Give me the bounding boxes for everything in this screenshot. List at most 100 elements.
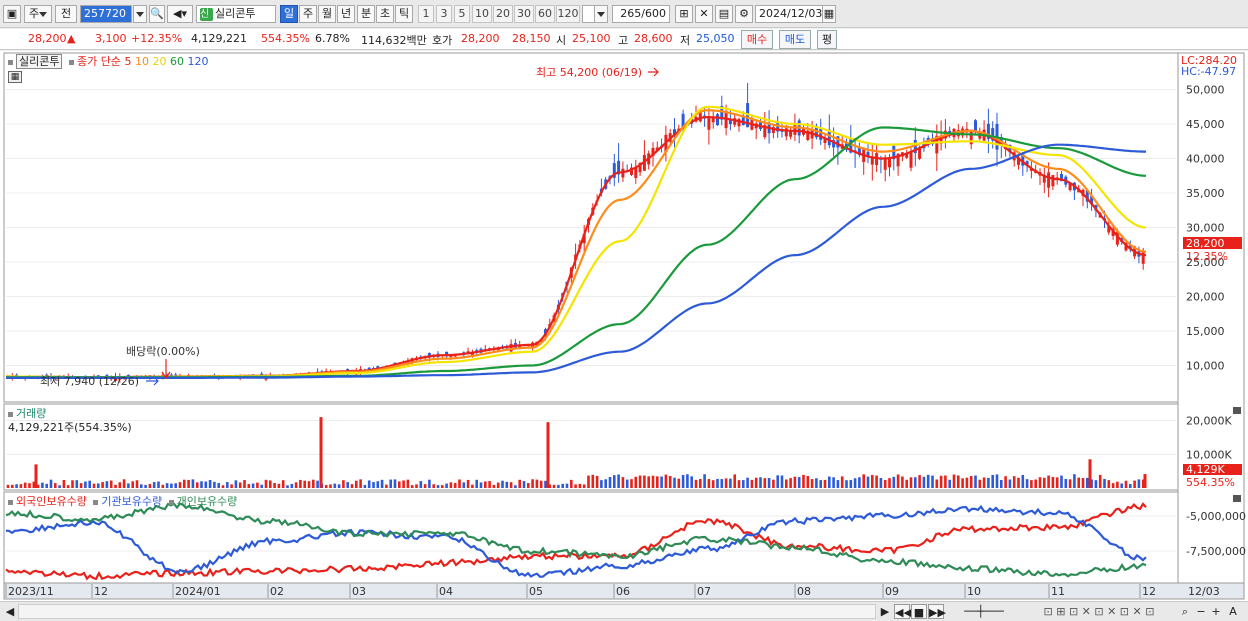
interval-20[interactable]: 20 (493, 5, 513, 23)
tab-second[interactable]: 초 (376, 5, 394, 23)
prev-button[interactable]: 전 (55, 5, 77, 23)
chart-settings-icon[interactable]: ▣ (3, 5, 21, 23)
price-legend-name[interactable]: 실리콘투 (16, 54, 63, 69)
ma-legend-label[interactable]: 종가 단순 (77, 55, 121, 68)
stock-name-field[interactable]: 신 실리콘투 (196, 5, 276, 23)
volume-bar (733, 474, 736, 488)
volume-bar (41, 482, 44, 488)
ma20-legend[interactable]: 20 (152, 55, 166, 68)
fast-forward-icon[interactable]: ▶▶ (928, 604, 946, 619)
volume-bar (140, 484, 143, 488)
volume-bar (195, 482, 199, 488)
scroll-left-icon[interactable]: ◀ (4, 604, 16, 619)
volume-bar (161, 484, 165, 488)
volume-bar (828, 476, 831, 488)
count-input[interactable]: 265/600 (612, 5, 670, 23)
volume-bar (264, 479, 268, 488)
speaker-icon[interactable]: ◀▾ (167, 5, 193, 23)
zoom-in-icon[interactable]: + (1210, 604, 1222, 619)
interval-3-label: 3 (440, 7, 448, 20)
tab-second-label: 초 (379, 7, 391, 20)
volume-bar (170, 483, 173, 488)
scroll-right-icon[interactable]: ▶ (879, 604, 891, 619)
volume-bar (789, 478, 792, 488)
interval-3[interactable]: 3 (436, 5, 452, 23)
drawing-tools-icon[interactable]: ⊡ ⊞ ⊡ ✕ ⊡ ✕ ⊡ ✕ ⊡ (1024, 604, 1174, 619)
volume-bar (660, 476, 663, 488)
tab-day[interactable]: 일 (280, 5, 298, 23)
gear-icon[interactable]: ⚙ (735, 5, 753, 23)
volume-bar (772, 479, 775, 488)
zoom-icon[interactable]: ⌕ (1178, 604, 1192, 619)
volume-panel-close-icon[interactable] (1233, 407, 1241, 414)
grid-icon[interactable]: ⊞ (675, 5, 693, 23)
candle-body (1047, 172, 1051, 188)
font-size-icon[interactable]: A (1226, 604, 1240, 619)
volume-bar (234, 480, 238, 488)
period-dropdown[interactable]: 주 (24, 5, 52, 23)
interval-10[interactable]: 10 (472, 5, 492, 23)
chart-canvas[interactable]: 50,00045,00040,00035,00030,00025,00020,0… (0, 51, 1248, 601)
volume-bar (978, 479, 982, 488)
ma120-legend[interactable]: 120 (187, 55, 208, 68)
legend-square-icon (8, 59, 13, 65)
tab-year[interactable]: 년 (337, 5, 355, 23)
tab-month[interactable]: 월 (318, 5, 336, 23)
volume-bar (643, 475, 646, 488)
interval-5[interactable]: 5 (454, 5, 470, 23)
foreign-holdings-legend[interactable]: 외국인보유수량 (16, 495, 87, 508)
last-volume-tag-text: 4,129K (1186, 463, 1225, 476)
volume-bar (479, 482, 483, 488)
interval-60[interactable]: 60 (535, 5, 555, 23)
zoom-out-icon[interactable]: − (1195, 604, 1207, 619)
crosshair-icon[interactable]: ✕ (695, 5, 713, 23)
date-input[interactable]: 2024/12/03 (755, 5, 823, 23)
interval-120[interactable]: 120 (556, 5, 580, 23)
search-icon[interactable]: 🔍 (149, 5, 165, 23)
interval-30[interactable]: 30 (514, 5, 534, 23)
buy-button[interactable]: 매수 (741, 30, 773, 49)
zoom-slider[interactable]: ──┼─── (948, 604, 1020, 619)
sell-button[interactable]: 매도 (779, 30, 811, 49)
interval-1[interactable]: 1 (418, 5, 434, 23)
ma60-legend[interactable]: 60 (170, 55, 184, 68)
volume-bar (346, 482, 349, 488)
volume-bar (767, 478, 771, 488)
ma5-legend[interactable]: 5 (124, 55, 131, 68)
volume-bar (944, 475, 947, 488)
volume-bar (561, 483, 564, 488)
institution-holdings-legend[interactable]: 기관보유수량 (101, 495, 162, 508)
dividend-annotation: 배당락(0.00%) (126, 345, 200, 358)
volume-bar (66, 485, 70, 488)
volume-bar (471, 484, 474, 488)
calculator-icon[interactable]: ▦ (8, 71, 22, 83)
tab-minute[interactable]: 분 (357, 5, 375, 23)
volume-bar (1120, 483, 1123, 488)
stock-chart[interactable]: 50,000 45,000 40,000 35,000 30,000 25,000 20,0… (0, 51, 1248, 601)
volume-bar (892, 476, 896, 488)
stock-code-input[interactable]: 257720 (80, 5, 132, 23)
volume-panel[interactable] (3, 403, 1179, 491)
volume-bar (595, 475, 599, 488)
volume-bar (187, 479, 190, 488)
volume-bar (604, 479, 607, 488)
individual-holdings-legend[interactable]: 개인보유수량 (177, 495, 238, 508)
rewind-icon[interactable]: ◀◀ (894, 604, 912, 619)
interval-dropdown-button[interactable] (594, 5, 608, 23)
volume-bar (1088, 459, 1092, 488)
calendar-icon[interactable]: ▦ (822, 5, 836, 23)
interval-1-label: 1 (422, 7, 430, 20)
volume-bar (49, 479, 53, 488)
stop-icon[interactable]: ■ (911, 604, 927, 619)
save-icon[interactable]: ▤ (715, 5, 733, 23)
tab-tick[interactable]: 틱 (395, 5, 413, 23)
legend-square-icon (68, 59, 74, 65)
volume-bar (1008, 479, 1012, 488)
ma10-legend[interactable]: 10 (135, 55, 149, 68)
code-dropdown-button[interactable] (133, 5, 147, 23)
holdings-panel-close-icon[interactable] (1233, 495, 1241, 502)
scroll-track[interactable] (18, 604, 876, 619)
tab-week[interactable]: 주 (299, 5, 317, 23)
flat-button[interactable]: 평 (817, 30, 837, 49)
volume-bar (522, 481, 526, 488)
